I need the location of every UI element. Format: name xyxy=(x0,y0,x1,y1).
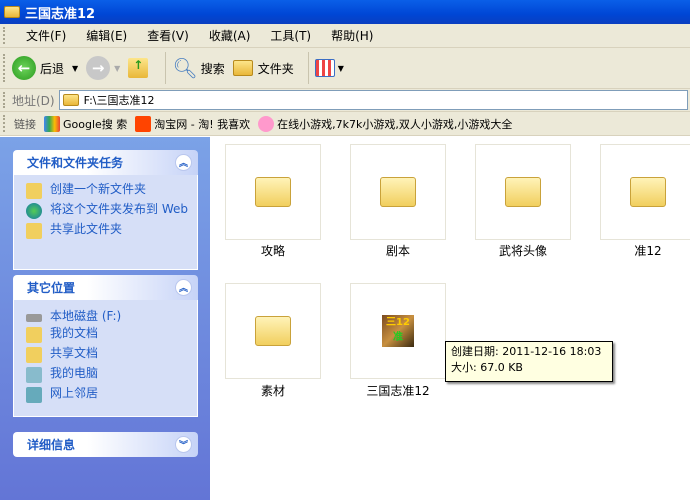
views-button[interactable]: ▼ xyxy=(314,59,344,77)
views-icon xyxy=(314,59,335,77)
address-label: 地址(D) xyxy=(12,93,55,108)
link-taobao[interactable]: 淘宝网 - 淘! 我喜欢 xyxy=(135,115,250,132)
expand-icon[interactable]: ︾ xyxy=(175,436,192,453)
place-my-documents[interactable]: 我的文档 xyxy=(26,327,189,343)
folders-icon xyxy=(232,60,253,76)
search-button[interactable]: 🔍︎ 搜索 xyxy=(172,56,224,80)
exe-item[interactable]: 三12 准 xyxy=(350,283,446,379)
address-bar: 地址(D) F:\三国志准12 xyxy=(0,89,690,112)
file-label[interactable]: 武将头像 xyxy=(475,242,571,259)
file-tasks-header[interactable]: 文件和文件夹任务 ︽ xyxy=(13,150,198,175)
folder-icon xyxy=(630,177,666,207)
network-icon xyxy=(26,387,42,403)
other-places-panel: 其它位置 ︽ 本地磁盘 (F:) 我的文档 共享文档 我的电脑 网上邻居 xyxy=(13,275,198,417)
link-google[interactable]: Google搜 索 xyxy=(44,115,127,132)
other-places-header[interactable]: 其它位置 ︽ xyxy=(13,275,198,300)
dropdown-icon: ▼ xyxy=(114,63,121,73)
back-arrow-icon: ← xyxy=(12,56,36,80)
folder-item[interactable] xyxy=(600,144,690,240)
google-icon xyxy=(44,115,60,132)
menu-file[interactable]: 文件(F) xyxy=(26,27,66,44)
links-bar: 链接 Google搜 索 淘宝网 - 淘! 我喜欢 在线小游戏,7k7k小游戏,… xyxy=(0,112,690,136)
forward-button[interactable]: → ▼ xyxy=(86,56,120,80)
task-share-folder[interactable]: 共享此文件夹 xyxy=(26,223,189,239)
tooltip-created: 创建日期: 2011-12-16 18:03 xyxy=(451,345,602,358)
taobao-icon xyxy=(135,115,152,132)
menu-bar: 文件(F) 编辑(E) 查看(V) 收藏(A) 工具(T) 帮助(H) xyxy=(0,24,690,48)
folder-item[interactable] xyxy=(475,144,571,240)
place-shared-documents[interactable]: 共享文档 xyxy=(26,347,189,363)
folder-icon xyxy=(505,177,541,207)
7k7k-icon xyxy=(258,115,275,132)
address-input[interactable]: F:\三国志准12 xyxy=(58,90,688,110)
dropdown-icon[interactable]: ▼ xyxy=(72,64,78,73)
details-header[interactable]: 详细信息 ︾ xyxy=(13,432,198,457)
task-new-folder[interactable]: 创建一个新文件夹 xyxy=(26,183,189,199)
menu-edit[interactable]: 编辑(E) xyxy=(86,27,127,44)
file-label[interactable]: 剧本 xyxy=(350,242,446,259)
menu-help[interactable]: 帮助(H) xyxy=(331,27,373,44)
folder-icon xyxy=(26,347,42,363)
folder-icon xyxy=(4,6,20,18)
file-tooltip: 创建日期: 2011-12-16 18:03 大小: 67.0 KB xyxy=(445,341,613,382)
link-7k7k[interactable]: 在线小游戏,7k7k小游戏,双人小游戏,小游戏大全 xyxy=(258,115,512,132)
menu-view[interactable]: 查看(V) xyxy=(147,27,189,44)
publish-web-icon xyxy=(26,203,42,219)
search-icon: 🔍︎ xyxy=(172,56,198,80)
folder-item[interactable] xyxy=(225,144,321,240)
folder-item[interactable] xyxy=(350,144,446,240)
address-value: F:\三国志准12 xyxy=(83,94,155,107)
forward-arrow-icon: → xyxy=(86,56,111,80)
details-panel: 详细信息 ︾ xyxy=(13,432,198,457)
file-label[interactable]: 准12 xyxy=(600,242,690,259)
dropdown-icon: ▼ xyxy=(337,63,344,73)
menu-favorites[interactable]: 收藏(A) xyxy=(209,27,251,44)
new-folder-icon xyxy=(26,183,42,199)
file-tasks-panel: 文件和文件夹任务 ︽ 创建一个新文件夹 将这个文件夹发布到 Web 共享此文件夹 xyxy=(13,150,198,270)
folder-icon xyxy=(62,94,79,106)
game-app-icon: 三12 准 xyxy=(382,315,414,347)
folders-button[interactable]: 文件夹 xyxy=(232,60,294,77)
share-folder-icon xyxy=(26,223,42,239)
folder-item[interactable] xyxy=(225,283,321,379)
disk-icon xyxy=(26,314,42,322)
file-label[interactable]: 三国志准12 xyxy=(350,382,446,399)
collapse-icon[interactable]: ︽ xyxy=(175,154,192,171)
folders-label: 文件夹 xyxy=(257,61,294,76)
up-button[interactable]: ↑ xyxy=(128,58,151,78)
task-publish-web[interactable]: 将这个文件夹发布到 Web xyxy=(26,203,189,219)
computer-icon xyxy=(26,367,42,383)
task-pane: 文件和文件夹任务 ︽ 创建一个新文件夹 将这个文件夹发布到 Web 共享此文件夹 … xyxy=(0,137,210,500)
title-bar: 三国志准12 xyxy=(0,0,690,24)
folder-icon xyxy=(255,177,291,207)
back-button[interactable]: ← 后退 ▼ xyxy=(12,56,78,80)
tooltip-size: 大小: 67.0 KB xyxy=(451,361,523,374)
place-my-computer[interactable]: 我的电脑 xyxy=(26,367,189,383)
folder-up-icon: ↑ xyxy=(128,58,149,78)
search-label: 搜索 xyxy=(200,61,225,76)
links-label: 链接 xyxy=(14,117,36,131)
place-local-disk[interactable]: 本地磁盘 (F:) xyxy=(26,310,189,323)
folder-icon xyxy=(380,177,416,207)
menu-tools[interactable]: 工具(T) xyxy=(270,27,311,44)
documents-icon xyxy=(26,327,42,343)
collapse-icon[interactable]: ︽ xyxy=(175,279,192,296)
folder-icon xyxy=(255,316,291,346)
back-label: 后退 xyxy=(40,61,65,76)
place-network[interactable]: 网上邻居 xyxy=(26,387,189,403)
window-title: 三国志准12 xyxy=(25,6,96,22)
toolbar: ← 后退 ▼ → ▼ ↑ 🔍︎ 搜索 文件夹 ▼ xyxy=(0,48,690,89)
file-label[interactable]: 素材 xyxy=(225,382,321,399)
file-label[interactable]: 攻略 xyxy=(225,242,321,259)
